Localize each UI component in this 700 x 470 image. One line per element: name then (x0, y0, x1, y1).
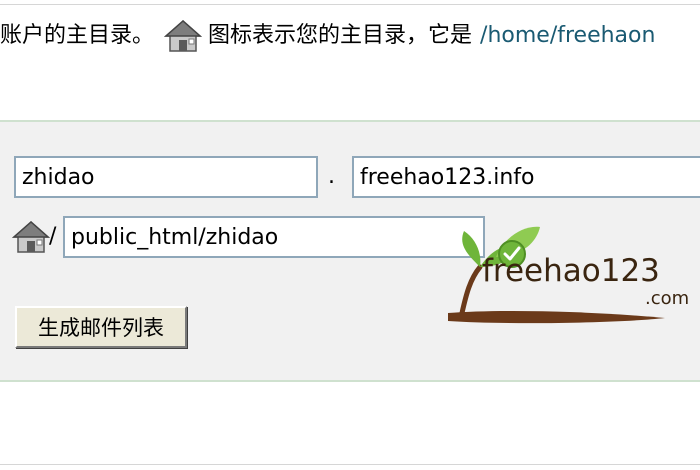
intro-text: 账户的主目录。 (0, 23, 155, 48)
home-icon (164, 19, 202, 53)
home-icon (12, 220, 50, 254)
list-name-input[interactable] (14, 156, 318, 198)
intro-text-after-icon: 图标表示您的主目录，它是 (208, 23, 473, 48)
home-path-link[interactable]: /home/freehaon (480, 18, 655, 54)
freehao123-watermark-logo: freehao123 .com (440, 217, 695, 327)
mailing-list-form-panel: . / 生成邮件列表 freehao123 .com (0, 120, 700, 382)
generate-mailing-list-button[interactable]: 生成邮件列表 (15, 306, 187, 348)
top-divider (0, 4, 700, 5)
directory-path-input[interactable] (63, 216, 485, 258)
path-separator: / (49, 224, 57, 249)
bottom-divider (0, 464, 700, 465)
domain-separator: . (328, 164, 335, 189)
domain-select[interactable] (352, 156, 700, 198)
intro-description: 账户的主目录。 图标表示您的主目录，它是 /home/freehaon (0, 18, 700, 54)
watermark-suffix: .com (645, 288, 690, 309)
watermark-text: freehao123 (482, 253, 660, 289)
